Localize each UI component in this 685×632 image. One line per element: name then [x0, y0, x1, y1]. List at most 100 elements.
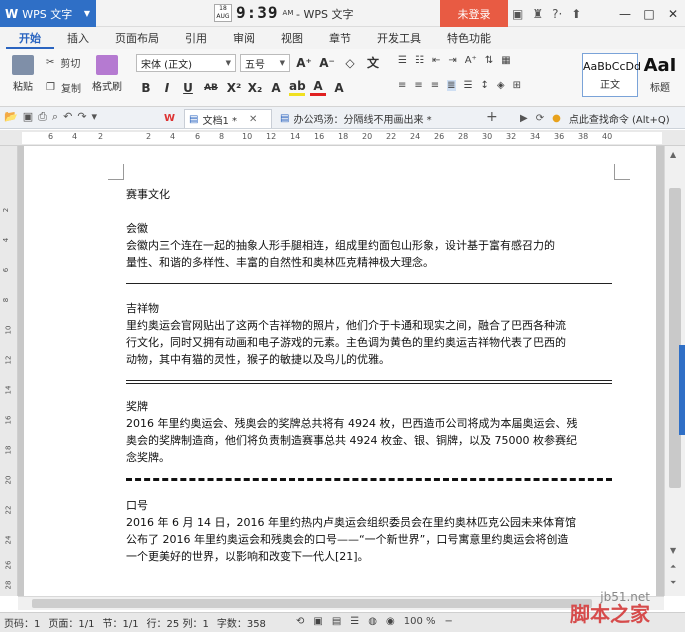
eye-protect-icon[interactable]: ◉	[386, 616, 395, 627]
scroll-up-icon[interactable]: ▲	[670, 150, 676, 159]
doc-tab-1[interactable]: ▤ 文档1 * ✕	[184, 109, 272, 128]
underline-icon[interactable]: U	[180, 81, 196, 95]
tab-page-layout[interactable]: 页面布局	[102, 29, 172, 49]
outline-view-icon[interactable]: ☰	[350, 616, 359, 627]
highlight-icon[interactable]: ab	[289, 79, 306, 96]
document-canvas[interactable]: 赛事文化 会徽 会徽内三个连在一起的抽象人形手腿相连，组成里约面包山形象，设计基…	[18, 146, 664, 596]
superscript-icon[interactable]: X²	[226, 81, 242, 95]
zoom-out-icon[interactable]: −	[445, 616, 453, 627]
redo-icon[interactable]: ↷	[77, 110, 86, 124]
title-bar: W WPS 文字 ▼ 18 AUG 9:39 AM - WPS 文字 未登录 ▣…	[0, 0, 685, 27]
save-icon[interactable]: ▣	[23, 110, 33, 124]
outdent-icon[interactable]: ⇤	[432, 55, 440, 66]
tab-review[interactable]: 审阅	[220, 29, 268, 49]
grow-font-icon[interactable]: A⁺	[296, 56, 312, 70]
tab-developer[interactable]: 开发工具	[364, 29, 434, 49]
undo-icon[interactable]: ↶	[63, 110, 72, 124]
horizontal-scrollbar[interactable]	[18, 596, 664, 610]
style-normal[interactable]: AaBbCcDd 正文	[582, 53, 641, 97]
separator-dashed	[126, 478, 612, 481]
status-page-number: 页码：1	[4, 619, 41, 630]
vertical-ruler[interactable]: 2 4 6 8 10 12 14 16 18 20 22 24 26 28	[0, 146, 18, 596]
horizontal-ruler[interactable]: 6 4 2 2 4 6 8 10 12 14 16 18 20 22 24 26…	[0, 130, 685, 146]
distribute-icon[interactable]: ☰	[464, 80, 473, 91]
close-icon[interactable]: ✕	[661, 0, 685, 27]
paragraph-line: 会徽内三个连在一起的抽象人形手腿相连，组成里约面包山形象，设计基于富有感召力的	[126, 239, 555, 252]
table-icon[interactable]: ▦	[501, 55, 510, 66]
open-folder-icon[interactable]: 📂	[4, 110, 18, 124]
text-effect-icon[interactable]: A	[268, 81, 284, 95]
indent-icon[interactable]: ⇥	[448, 55, 456, 66]
next-page-icon[interactable]: ⏷	[670, 578, 676, 588]
bullets-icon[interactable]: ☰	[398, 55, 407, 66]
line-spacing-icon[interactable]: ↕	[481, 80, 489, 91]
scrollbar-thumb[interactable]	[669, 188, 681, 488]
borders-icon[interactable]: ⊞	[513, 80, 521, 91]
shading-icon[interactable]: ◈	[497, 80, 505, 91]
document-body[interactable]: 赛事文化 会徽 会徽内三个连在一起的抽象人形手腿相连，组成里约面包山形象，设计基…	[126, 186, 612, 565]
customize-icon[interactable]: ▾	[92, 110, 98, 124]
skin-icon[interactable]: ▣	[512, 7, 523, 21]
page-view-icon[interactable]: ▤	[332, 616, 341, 627]
prev-page-icon[interactable]: ⏶	[670, 562, 676, 572]
subscript-icon[interactable]: X₂	[247, 81, 263, 95]
justify-icon[interactable]: ≣	[447, 80, 456, 91]
tab-special[interactable]: 特色功能	[434, 29, 504, 49]
strikethrough-icon[interactable]: AB	[201, 83, 221, 93]
tab-references[interactable]: 引用	[172, 29, 220, 49]
side-panel-toggle[interactable]	[679, 345, 685, 435]
font-color-icon[interactable]: A	[310, 79, 326, 96]
clock-widget: 18 AUG 9:39 AM	[214, 2, 293, 23]
shrink-font-icon[interactable]: A⁻	[319, 56, 335, 70]
document-page[interactable]: 赛事文化 会徽 会徽内三个连在一起的抽象人形手腿相连，组成里约面包山形象，设计基…	[24, 146, 656, 596]
scrollbar-thumb[interactable]	[32, 599, 592, 608]
phonetic-icon[interactable]: 文	[365, 54, 381, 71]
bold-icon[interactable]: B	[138, 81, 154, 95]
copy-button[interactable]: ❐ 复制	[46, 80, 81, 95]
clear-format-icon[interactable]: ◇	[342, 56, 358, 70]
minimize-icon[interactable]: —	[613, 0, 637, 27]
app-menu-button[interactable]: W WPS 文字 ▼	[0, 0, 96, 27]
help-icon[interactable]: ?·	[552, 7, 562, 21]
reading-mode-icon[interactable]: ▣	[313, 616, 322, 627]
doc-tab-2[interactable]: ▤ 办公鸡汤：分隔线不用画出来 *	[276, 109, 482, 128]
font-name-select[interactable]: 宋体 (正文) ▼	[136, 54, 236, 72]
zoom-level[interactable]: 100 %	[404, 616, 436, 627]
ribbon-toolbar: 粘贴 ✂ 剪切 ❐ 复制 格式刷 宋体 (正文) ▼ 五号 ▼ A⁺ A⁻ ◇ 文 …	[0, 49, 685, 107]
tab-view[interactable]: 视图	[268, 29, 316, 49]
print-preview-icon[interactable]: ⌕	[52, 110, 58, 124]
cut-button[interactable]: ✂ 剪切	[46, 55, 80, 70]
align-right-icon[interactable]: ≡	[431, 80, 439, 91]
shirt-icon[interactable]: ♜	[532, 7, 543, 21]
print-icon[interactable]: ⎙	[38, 110, 47, 124]
command-search[interactable]: 点此查找命令 (Alt+Q)	[569, 111, 670, 126]
paste-button[interactable]: 粘贴	[6, 55, 40, 93]
new-tab-icon[interactable]: +	[486, 109, 498, 125]
style-heading[interactable]: AaI 标题	[640, 53, 680, 97]
status-word-count[interactable]: 字数：358	[217, 615, 266, 630]
numbering-icon[interactable]: ☷	[415, 55, 424, 66]
tab-insert[interactable]: 插入	[54, 29, 102, 49]
tab-home[interactable]: 开始	[6, 29, 54, 49]
wps-home-tab[interactable]: W	[160, 109, 179, 128]
close-icon[interactable]: ✕	[249, 114, 257, 125]
scroll-down-icon[interactable]: ▼	[670, 546, 676, 555]
maximize-icon[interactable]: □	[637, 0, 661, 27]
font-size-select[interactable]: 五号 ▼	[240, 54, 290, 72]
align-center-icon[interactable]: ≡	[414, 80, 422, 91]
format-painter-button[interactable]: 格式刷	[88, 55, 126, 93]
align-left-icon[interactable]: ≡	[398, 80, 406, 91]
menu-tabs: 开始 插入 页面布局 引用 审阅 视图 章节 开发工具 特色功能	[0, 27, 685, 49]
doc-list-icon[interactable]: ▶	[520, 113, 528, 124]
sync-icon[interactable]: ⟳	[536, 113, 544, 124]
chinese-layout-icon[interactable]: A⁺	[465, 55, 477, 66]
char-border-icon[interactable]: A	[331, 81, 347, 95]
italic-icon[interactable]: I	[159, 81, 175, 95]
tab-section[interactable]: 章节	[316, 29, 364, 49]
sort-icon[interactable]: ⇅	[485, 55, 493, 66]
track-changes-icon[interactable]: ⟲	[296, 616, 304, 627]
restore-ribbon-icon[interactable]: ⬆	[571, 7, 581, 21]
chevron-down-icon: ▼	[279, 59, 285, 67]
web-view-icon[interactable]: ◍	[368, 616, 377, 627]
login-button[interactable]: 未登录	[440, 0, 508, 27]
